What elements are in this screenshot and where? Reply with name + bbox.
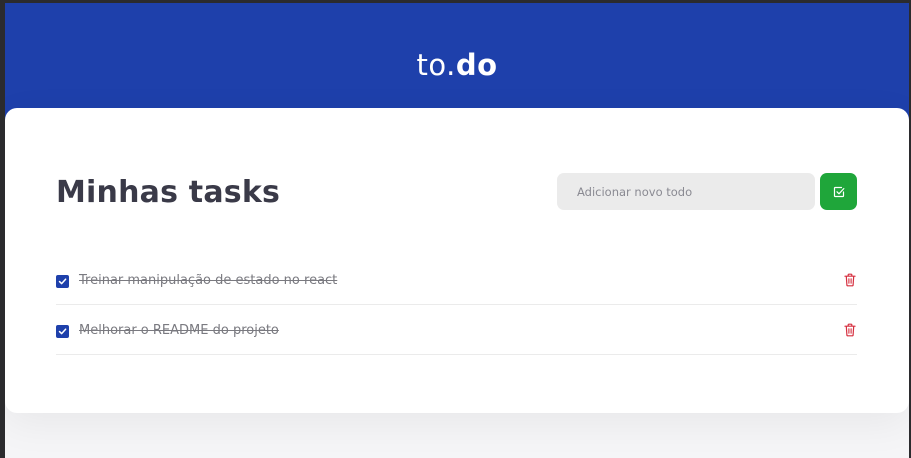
check-square-icon bbox=[833, 186, 844, 197]
task-list: Treinar manipulação de estado no react M… bbox=[56, 255, 857, 355]
task-row: Melhorar o README do projeto bbox=[56, 305, 857, 355]
delete-task-button[interactable] bbox=[843, 322, 857, 338]
trash-icon bbox=[844, 273, 856, 287]
task-text: Melhorar o README do projeto bbox=[79, 323, 279, 338]
trash-icon bbox=[844, 323, 856, 337]
logo-bold-text: do bbox=[455, 48, 498, 82]
checkmark-icon bbox=[58, 278, 67, 285]
add-todo-button[interactable] bbox=[820, 173, 857, 210]
task-text: Treinar manipulação de estado no react bbox=[79, 273, 338, 288]
task-checkbox[interactable] bbox=[56, 325, 69, 338]
checkmark-icon bbox=[58, 328, 67, 335]
task-row: Treinar manipulação de estado no react bbox=[56, 255, 857, 305]
app-viewport: to.do Minhas tasks Treinar manipulação d… bbox=[5, 3, 909, 458]
app-logo: to.do bbox=[5, 48, 909, 82]
logo-light-text: to. bbox=[416, 48, 456, 82]
page-title: Minhas tasks bbox=[56, 175, 281, 210]
new-todo-input[interactable] bbox=[557, 173, 815, 210]
tasks-card: Minhas tasks Treinar manipulação de esta… bbox=[5, 108, 909, 413]
delete-task-button[interactable] bbox=[843, 272, 857, 288]
task-checkbox[interactable] bbox=[56, 275, 69, 288]
